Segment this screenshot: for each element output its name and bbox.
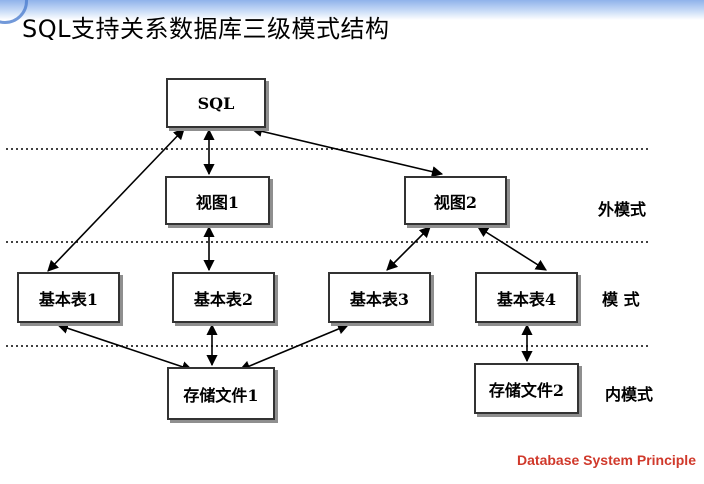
- edges-layer: [47, 125, 547, 373]
- node-sql: SQL: [166, 78, 266, 128]
- node-view2: 视图2: [404, 176, 507, 225]
- diagram-canvas: [6, 125, 650, 373]
- node-file2: 存储文件2: [474, 363, 579, 414]
- edge-view2-base4: [477, 226, 547, 271]
- level-label-internal: 内模式: [605, 385, 654, 404]
- footer-caption: Database System Principle: [517, 452, 696, 468]
- node-file1: 存储文件1: [167, 367, 275, 420]
- edge-view2-base3: [386, 226, 431, 271]
- edge-sql-base1: [47, 128, 185, 272]
- edge-base1-file1: [56, 322, 194, 373]
- edge-sql-view2: [250, 125, 444, 178]
- level-label-conceptual: 模 式: [602, 290, 640, 309]
- node-base1: 基本表1: [17, 272, 120, 323]
- edge-base3-file1: [238, 323, 350, 372]
- node-view1: 视图1: [165, 176, 270, 225]
- node-base2: 基本表2: [172, 272, 275, 323]
- level-label-external: 外模式: [598, 200, 647, 219]
- node-base4: 基本表4: [475, 272, 578, 323]
- node-base3: 基本表3: [328, 272, 431, 323]
